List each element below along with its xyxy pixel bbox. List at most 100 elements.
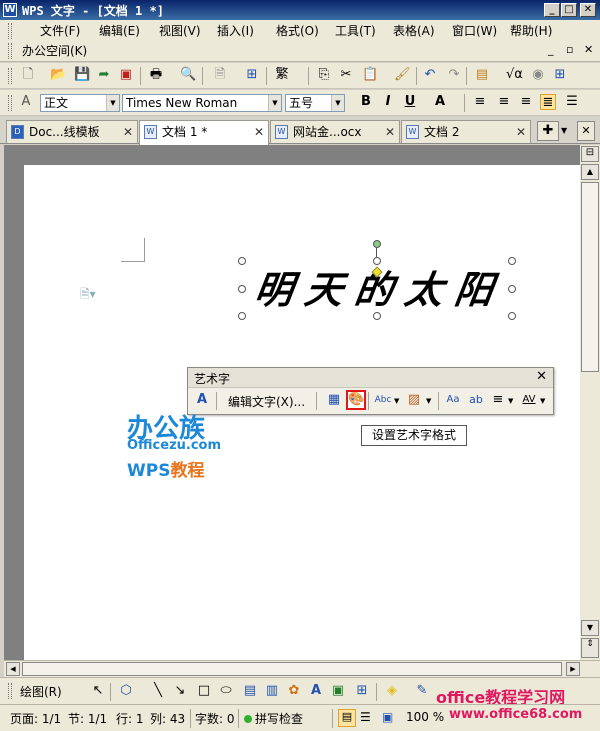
character-spacing-icon[interactable]: AV: [520, 392, 538, 408]
italic-button[interactable]: I: [380, 94, 396, 110]
toolbar-grip[interactable]: [8, 95, 12, 111]
web-view-icon[interactable]: ▣: [382, 710, 393, 724]
close-icon[interactable]: ✕: [123, 121, 133, 143]
close-window-button[interactable]: ✕: [580, 3, 596, 17]
scroll-down-icon[interactable]: ▼: [581, 620, 599, 636]
diagram-icon[interactable]: ⊞: [354, 683, 370, 699]
toolbar-grip[interactable]: [8, 68, 12, 84]
align-left-icon[interactable]: ≡: [472, 94, 488, 110]
toolbar-grip[interactable]: [8, 683, 12, 699]
resize-handle[interactable]: [508, 312, 516, 320]
menu-help[interactable]: 帮助(H): [510, 22, 552, 40]
resize-handle[interactable]: [238, 257, 246, 265]
menu-window[interactable]: 窗口(W): [452, 22, 497, 40]
ellipse-icon[interactable]: ⬭: [218, 683, 234, 699]
horizontal-scroll-thumb[interactable]: [22, 662, 562, 676]
close-icon[interactable]: ✕: [385, 121, 395, 143]
tab-website-doc[interactable]: W 网站金...ocx ✕: [270, 120, 400, 143]
tab-document-2[interactable]: W 文档 2 ✕: [401, 120, 531, 143]
paste-icon[interactable]: 📋: [362, 67, 378, 83]
menu-table[interactable]: 表格(A): [393, 22, 435, 40]
pdf-icon[interactable]: ▣: [118, 67, 134, 83]
line-icon[interactable]: ╲: [150, 683, 166, 699]
traditional-chinese-icon[interactable]: 繁: [274, 67, 290, 83]
menu-edit[interactable]: 编辑(E): [99, 22, 140, 40]
menu-office-space[interactable]: 办公空间(K): [22, 42, 87, 60]
doc-close-button[interactable]: ✕: [584, 43, 593, 56]
autoshapes-icon[interactable]: ⬡: [118, 683, 134, 699]
open-folder-icon[interactable]: 📂: [50, 67, 66, 83]
style-dropdown[interactable]: 正文 ▼: [40, 94, 120, 112]
vertical-textbox-icon[interactable]: ▥: [264, 683, 280, 699]
align-center-icon[interactable]: ≡: [496, 94, 512, 110]
globe-icon[interactable]: ◉: [530, 67, 546, 83]
page-view-icon[interactable]: ▤: [338, 709, 356, 727]
scroll-right-icon[interactable]: ▶: [566, 662, 580, 676]
doc-minimize-button[interactable]: _: [548, 43, 554, 56]
chevron-down-icon[interactable]: ▼: [508, 397, 513, 405]
font-color-button[interactable]: A: [432, 94, 448, 110]
draw-menu-button[interactable]: 绘图(R): [20, 683, 62, 700]
close-icon[interactable]: ✕: [516, 121, 526, 143]
maximize-button[interactable]: □: [561, 3, 577, 17]
doc-restore-button[interactable]: ▫: [566, 43, 573, 56]
styles-icon[interactable]: A: [18, 94, 34, 110]
document-icon[interactable]: 🗎: [212, 67, 228, 83]
menu-tools[interactable]: 工具(T): [335, 22, 376, 40]
select-pointer-icon[interactable]: ↖: [90, 683, 106, 699]
menubar-grip[interactable]: [8, 23, 12, 39]
menu-file[interactable]: 文件(F): [40, 22, 80, 40]
outline-view-icon[interactable]: ☰: [360, 710, 371, 724]
menu-insert[interactable]: 插入(I): [217, 22, 254, 40]
distributed-icon[interactable]: ☰: [564, 94, 580, 110]
chevron-down-icon[interactable]: ▼: [426, 397, 431, 405]
same-letter-heights-icon[interactable]: Aa: [444, 392, 462, 408]
chevron-down-icon[interactable]: ▼: [394, 397, 399, 405]
wordart-shape-icon[interactable]: Abc: [372, 392, 394, 408]
format-painter-icon[interactable]: 🖌: [394, 67, 411, 83]
status-zoom[interactable]: 100 %: [406, 710, 444, 724]
close-all-tabs-button[interactable]: ✕: [577, 121, 595, 141]
paragraph-options-icon[interactable]: 🗎▾: [80, 285, 96, 306]
chevron-down-icon[interactable]: ▼: [561, 121, 573, 141]
rotate-handle[interactable]: [373, 240, 381, 248]
save-icon[interactable]: 💾: [74, 67, 90, 83]
vertical-scrollbar[interactable]: ⊟ ▲ ▼ ⇕: [580, 145, 600, 660]
resize-handle[interactable]: [373, 257, 381, 265]
resize-handle[interactable]: [508, 257, 516, 265]
insert-wordart-icon[interactable]: A: [194, 392, 210, 408]
new-document-icon[interactable]: 🗋: [20, 67, 36, 83]
close-icon[interactable]: ✕: [254, 121, 264, 143]
print-preview-icon[interactable]: 🔍: [180, 67, 196, 83]
vertical-text-icon[interactable]: ab: [468, 392, 484, 408]
redo-icon[interactable]: ↷: [446, 67, 462, 83]
status-spell-check[interactable]: 拼写检查: [255, 710, 303, 727]
page-nav-icon[interactable]: ⇕: [581, 638, 599, 658]
close-icon[interactable]: ✕: [536, 369, 547, 384]
fill-color-icon[interactable]: ◈: [384, 683, 400, 699]
underline-button[interactable]: U: [402, 94, 418, 110]
clipart-icon[interactable]: ✿: [286, 683, 302, 699]
format-wordart-icon[interactable]: 🎨: [346, 390, 366, 410]
status-word-count[interactable]: 字数: 0: [195, 710, 235, 727]
scroll-thumb[interactable]: [581, 182, 599, 372]
menu-format[interactable]: 格式(O): [276, 22, 319, 40]
wordart-icon[interactable]: A: [308, 683, 324, 699]
scroll-left-icon[interactable]: ◀: [6, 662, 20, 676]
rectangle-icon[interactable]: □: [196, 683, 212, 699]
wordart-toolbar-header[interactable]: 艺术字 ✕: [188, 368, 553, 388]
new-tab-button[interactable]: ✚: [537, 121, 559, 141]
wordart-object[interactable]: 明天的太阳: [238, 240, 516, 320]
resize-handle[interactable]: [508, 285, 516, 293]
horizontal-scrollbar[interactable]: ◀ ▶: [4, 660, 600, 677]
alignment-icon[interactable]: ≡: [490, 392, 506, 408]
menubar-grip-2[interactable]: [8, 43, 12, 59]
minimize-button[interactable]: _: [544, 3, 560, 17]
line-color-icon[interactable]: ✎: [414, 683, 430, 699]
print-icon[interactable]: 🖶: [148, 67, 164, 83]
menu-view[interactable]: 视图(V): [159, 22, 201, 40]
resize-handle[interactable]: [238, 285, 246, 293]
copy-icon[interactable]: ⎘: [316, 67, 332, 83]
wordart-gallery-icon[interactable]: ▦: [326, 392, 342, 408]
picture-icon[interactable]: ▣: [330, 683, 346, 699]
